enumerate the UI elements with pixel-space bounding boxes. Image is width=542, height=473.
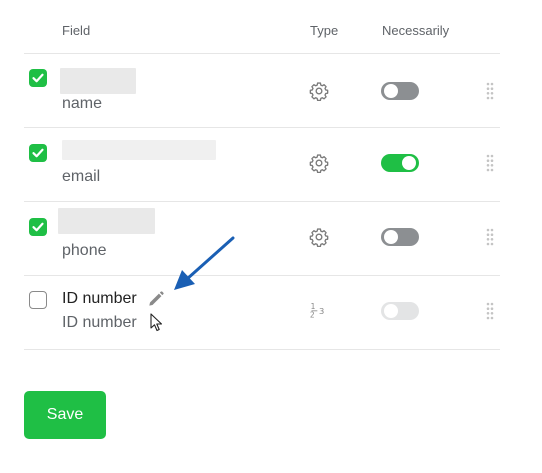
check-icon: [32, 73, 44, 83]
table-row-email: email: [24, 128, 500, 202]
required-toggle[interactable]: [381, 82, 419, 100]
check-icon: [32, 148, 44, 158]
required-toggle[interactable]: [381, 154, 419, 172]
drag-handle-icon[interactable]: [486, 302, 494, 320]
field-label: email: [62, 168, 101, 185]
table-row-name: name: [24, 54, 500, 128]
redacted-field-name: [62, 140, 216, 160]
redacted-field-name: [60, 68, 136, 94]
gear-icon[interactable]: [309, 153, 329, 173]
mouse-cursor-icon: [150, 313, 163, 332]
number-type-icon[interactable]: 1 2 3: [309, 300, 329, 320]
save-button[interactable]: Save: [24, 391, 106, 439]
drag-handle-icon[interactable]: [486, 82, 494, 100]
checkbox-id-number[interactable]: [29, 291, 47, 309]
field-label: name: [62, 95, 103, 112]
checkbox-phone[interactable]: [29, 218, 47, 236]
redacted-field-name: [58, 208, 155, 234]
header-type: Type: [310, 23, 339, 38]
drag-handle-icon[interactable]: [486, 228, 494, 246]
table-row-id-number: ID number ID number 1 2 3: [24, 276, 500, 350]
checkbox-email[interactable]: [29, 144, 47, 162]
svg-text:3: 3: [319, 306, 324, 316]
table-row-phone: phone: [24, 202, 500, 276]
drag-handle-icon[interactable]: [486, 154, 494, 172]
header-necessarily: Necessarily: [382, 23, 450, 38]
gear-icon[interactable]: [309, 227, 329, 247]
table-header: Field Type Necessarily: [24, 0, 500, 54]
field-label: phone: [62, 242, 107, 259]
pencil-icon[interactable]: [146, 289, 166, 309]
gear-icon[interactable]: [309, 81, 329, 101]
required-toggle[interactable]: [381, 228, 419, 246]
checkbox-name[interactable]: [29, 69, 47, 87]
svg-text:2: 2: [310, 311, 315, 320]
field-title: ID number: [62, 290, 137, 307]
check-icon: [32, 222, 44, 232]
required-toggle[interactable]: [381, 302, 419, 320]
field-label: ID number: [62, 314, 137, 331]
header-field: Field: [62, 23, 91, 38]
